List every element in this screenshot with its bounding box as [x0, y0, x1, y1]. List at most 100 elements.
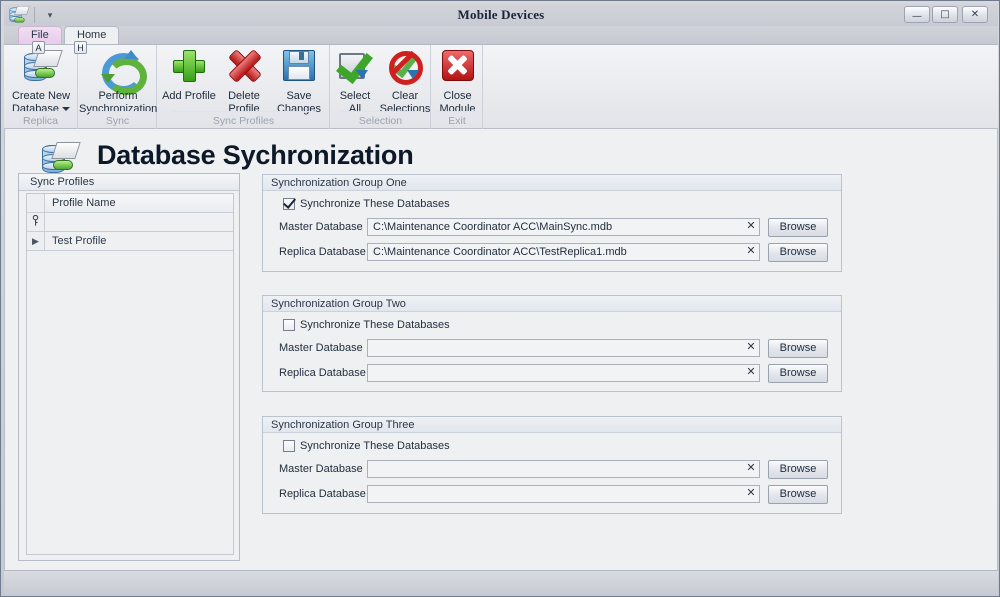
clear-icon-replica-three[interactable]: ✕: [744, 487, 758, 501]
replica-database-row-two: Replica Database ✕ Browse: [263, 364, 841, 385]
group-divider: [436, 111, 478, 112]
ribbon-group-sync-profiles: Add Profile Delete Profile Save Changes: [158, 45, 330, 129]
replica-database-input-three[interactable]: [367, 485, 760, 503]
database-create-icon: [23, 50, 59, 84]
sync-profiles-panel: Sync Profiles Profile Name: [18, 173, 240, 561]
group-divider: [85, 111, 150, 112]
delete-profile-line1: Delete: [228, 90, 260, 102]
clear-icon-master-one[interactable]: ✕: [744, 220, 758, 234]
ribbon-group-label-exit: Exit: [432, 115, 482, 127]
close-module-line1: Close: [443, 90, 471, 102]
master-database-label-one: Master Database: [279, 221, 363, 233]
clear-sel-line2: Selections: [380, 103, 431, 115]
sync-arrows-icon: [99, 50, 137, 84]
minimize-button[interactable]: —: [904, 6, 930, 23]
delete-profile-line2: Profile: [228, 103, 259, 115]
browse-button-replica-one[interactable]: Browse: [768, 243, 828, 262]
synchronize-checkbox-two[interactable]: [283, 319, 295, 331]
ribbon-group-selection: Select All Clear Selections Se: [331, 45, 431, 129]
master-database-input-two[interactable]: [367, 339, 760, 357]
green-plus-icon: [173, 50, 205, 82]
clear-selections-button[interactable]: Clear Selections: [379, 48, 431, 110]
create-new-database-button[interactable]: Create New Database: [6, 48, 76, 110]
replica-database-label-one: Replica Database: [279, 246, 366, 258]
sync-group-three-header: Synchronization Group Three: [263, 417, 841, 433]
clear-icon-replica-two[interactable]: ✕: [744, 366, 758, 380]
browse-button-replica-three[interactable]: Browse: [768, 485, 828, 504]
synchronize-checkbox-three-label: Synchronize These Databases: [300, 440, 450, 452]
ribbon-group-sync: Perform Synchronization Sync: [79, 45, 157, 129]
browse-button-replica-two[interactable]: Browse: [768, 364, 828, 383]
synchronize-checkbox-one[interactable]: [283, 198, 295, 210]
profile-name-cell[interactable]: Test Profile: [46, 232, 233, 250]
keytip-file: A: [32, 41, 45, 54]
clear-selection-icon: [388, 50, 422, 81]
close-icon: ✕: [963, 7, 987, 22]
perform-synchronization-button[interactable]: Perform Synchronization: [79, 48, 157, 110]
master-database-label-three: Master Database: [279, 463, 363, 475]
create-new-database-label: Create New Database: [6, 90, 76, 116]
filter-key-icon: [27, 213, 45, 231]
close-module-button[interactable]: Close Module: [432, 48, 483, 110]
floppy-save-icon: [283, 50, 315, 81]
browse-button-master-three[interactable]: Browse: [768, 460, 828, 479]
window-title: Mobile Devices: [4, 7, 998, 23]
synchronize-checkbox-two-label: Synchronize These Databases: [300, 319, 450, 331]
tab-home[interactable]: Home: [64, 26, 119, 45]
group-divider: [339, 111, 422, 112]
tab-home-label: Home: [77, 29, 106, 41]
profiles-grid[interactable]: Profile Name ▶ Test Profile: [26, 193, 234, 555]
ribbon-group-label-sync-profiles: Sync Profiles: [158, 115, 329, 127]
red-x-icon: [228, 50, 260, 80]
ribbon-tab-strip: File Home A H ⌃ ? ▾: [4, 26, 998, 44]
replica-database-input-one[interactable]: C:\Maintenance Coordinator ACC\TestRepli…: [367, 243, 760, 261]
clear-sel-line1: Clear: [392, 90, 418, 102]
clear-icon-master-two[interactable]: ✕: [744, 341, 758, 355]
table-row[interactable]: ▶ Test Profile: [27, 232, 233, 251]
save-changes-button[interactable]: Save Changes: [270, 48, 328, 110]
replica-database-row-one: Replica Database C:\Maintenance Coordina…: [263, 243, 841, 264]
grid-header-row: Profile Name: [27, 194, 233, 213]
delete-profile-label: Delete Profile: [220, 90, 268, 116]
close-button[interactable]: ✕: [962, 6, 988, 23]
master-database-input-one[interactable]: C:\Maintenance Coordinator ACC\MainSync.…: [367, 218, 760, 236]
ribbon-group-exit: Close Module Exit: [432, 45, 483, 129]
grid-filter-row[interactable]: [27, 213, 233, 232]
add-profile-button[interactable]: Add Profile: [160, 48, 218, 110]
grid-header-indicator: [27, 194, 45, 212]
select-all-line2: All: [349, 103, 361, 115]
maximize-button[interactable]: □: [932, 6, 958, 23]
browse-button-master-two[interactable]: Browse: [768, 339, 828, 358]
master-database-row-one: Master Database C:\Maintenance Coordinat…: [263, 218, 841, 239]
replica-database-label-two: Replica Database: [279, 367, 366, 379]
create-db-line2: Database: [12, 103, 59, 115]
save-changes-label: Save Changes: [270, 90, 328, 116]
master-database-input-three[interactable]: [367, 460, 760, 478]
master-database-row-three: Master Database ✕ Browse: [263, 460, 841, 481]
application-window: ▾ Mobile Devices — □ ✕ File Home A H ⌃ ?…: [0, 0, 1000, 597]
grid-column-profile-name[interactable]: Profile Name: [46, 194, 233, 212]
delete-profile-button[interactable]: Delete Profile: [220, 48, 268, 110]
close-module-label: Close Module: [432, 90, 483, 116]
client-area: Database Sychronization Sync Profiles Pr…: [4, 129, 998, 570]
maximize-icon: □: [933, 7, 957, 22]
tab-file-label: File: [31, 29, 49, 41]
filter-input[interactable]: [46, 213, 233, 231]
replica-database-input-two[interactable]: [367, 364, 760, 382]
perform-sync-label: Perform Synchronization: [79, 90, 157, 116]
ribbon-group-label-sync: Sync: [79, 115, 156, 127]
keytip-home: H: [74, 41, 87, 54]
page-title: Database Sychronization: [97, 140, 414, 171]
clear-selections-label: Clear Selections: [379, 90, 431, 116]
master-database-label-two: Master Database: [279, 342, 363, 354]
row-indicator-icon: ▶: [27, 232, 45, 250]
checkbox-check-icon: [338, 50, 372, 81]
select-all-button[interactable]: Select All: [333, 48, 377, 110]
synchronize-checkbox-three[interactable]: [283, 440, 295, 452]
ribbon-group-label-selection: Selection: [331, 115, 430, 127]
clear-icon-replica-one[interactable]: ✕: [744, 245, 758, 259]
browse-button-master-one[interactable]: Browse: [768, 218, 828, 237]
minimize-icon: —: [905, 9, 929, 24]
red-close-icon: [442, 50, 474, 81]
clear-icon-master-three[interactable]: ✕: [744, 462, 758, 476]
